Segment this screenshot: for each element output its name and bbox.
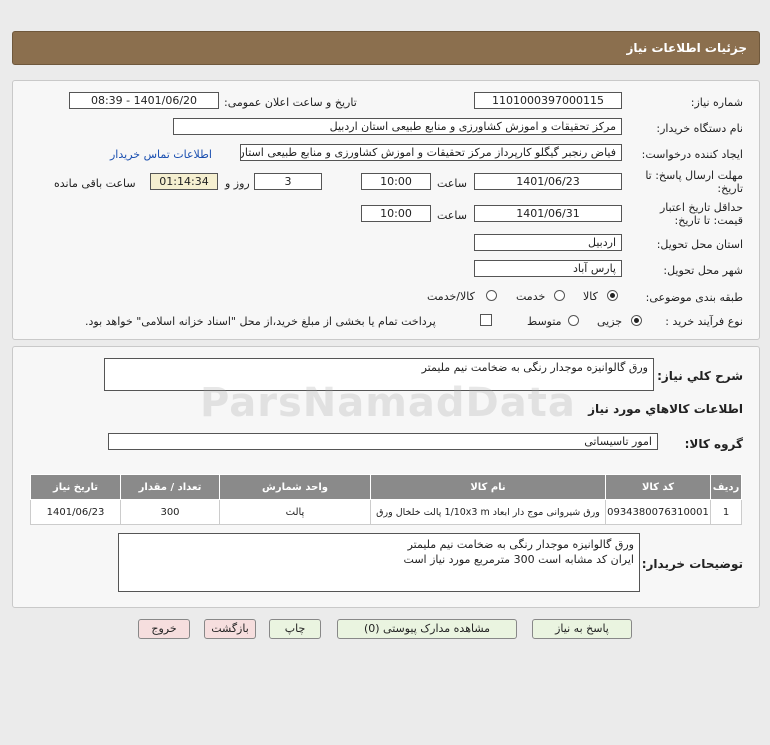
goods-group-label: گروه کالا: [684,437,743,451]
city-field: پارس آباد [474,260,622,277]
announce-field: 1401/06/20 - 08:39 [69,92,219,109]
cell-row: 1 [710,499,742,525]
deadline-date-field: 1401/06/23 [474,173,622,190]
cell-qty: 300 [120,499,220,525]
creator-label: ایجاد کننده درخواست: [641,148,743,161]
treasury-checkbox[interactable] [480,314,492,326]
back-button[interactable]: بازگشت [204,619,256,639]
deadline-label-2: تاریخ: [717,182,743,195]
days-label: روز و [225,177,250,190]
process-radio-minor[interactable] [631,315,642,326]
summary-label: شرح کلي نياز: [657,369,743,383]
print-button[interactable]: چاپ [269,619,321,639]
col-row: ردیف [710,474,742,500]
process-option-medium: متوسط [527,315,562,328]
attachments-button[interactable]: مشاهده مدارک پیوستی (0) [337,619,517,639]
buyer-label: نام دستگاه خریدار: [656,122,743,135]
items-table: ردیف کد کالا نام کالا واحد شمارش تعداد /… [30,474,742,525]
need-number-label: شماره نیاز: [690,96,743,109]
validity-label-2: قیمت: تا تاریخ: [674,214,743,227]
col-name: نام کالا [370,474,606,500]
buyer-notes-line-2: ایران کد مشابه است 300 مترمربع مورد نیاز… [403,553,634,566]
days-field: 3 [254,173,322,190]
validity-time-label: ساعت [437,209,467,222]
category-label: طبقه بندی موضوعی: [645,291,743,304]
col-date: تاریخ نیاز [30,474,121,500]
page-title: جزئیات اطلاعات نیاز [626,41,747,55]
category-option-both: کالا/خدمت [427,290,475,303]
announce-label: تاریخ و ساعت اعلان عمومی: [224,96,357,109]
remaining-time-field: 01:14:34 [150,173,218,190]
buyer-notes-line-1: ورق گالوانیزه موجدار رنگی به ضخامت نیم م… [407,538,634,551]
contact-buyer-link[interactable]: اطلاعات تماس خریدار [110,148,212,161]
category-option-service: خدمت [516,290,546,303]
validity-date-field: 1401/06/31 [474,205,622,222]
col-unit: واحد شمارش [219,474,371,500]
table-header-row: ردیف کد کالا نام کالا واحد شمارش تعداد /… [30,474,742,500]
cell-unit: پالت [219,499,371,525]
goods-section-title: اطلاعات کالاهاي مورد نياز [588,402,743,416]
deadline-time-label: ساعت [437,177,467,190]
process-radio-medium[interactable] [568,315,579,326]
creator-field: فیاض رنجبر گیگلو کارپرداز مرکز تحقیقات و… [240,144,622,161]
col-qty: تعداد / مقدار [120,474,220,500]
category-radio-service[interactable] [554,290,565,301]
buyer-notes-label: توضیحات خریدار: [641,557,743,571]
watermark-logo: ParsNamadData [200,380,576,426]
province-label: استان محل تحویل: [656,238,743,251]
cell-code: 0934380076310001 [605,499,711,525]
payment-note: پرداخت تمام یا بخشی از مبلغ خرید،از محل … [85,315,436,328]
cell-name: ورق شیروانی موج دار ابعاد 1/10x3 m پالت … [370,499,606,525]
remaining-label: ساعت باقی مانده [54,177,136,190]
buyer-notes-field: ورق گالوانیزه موجدار رنگی به ضخامت نیم م… [118,533,640,592]
deadline-time-field: 10:00 [361,173,431,190]
validity-time-field: 10:00 [361,205,431,222]
page-header: جزئیات اطلاعات نیاز [12,31,760,65]
deadline-label: مهلت ارسال پاسخ: تا [645,169,743,182]
col-code: کد کالا [605,474,711,500]
need-number-field: 1101000397000115 [474,92,622,109]
category-radio-both[interactable] [486,290,497,301]
table-row: 1 0934380076310001 ورق شیروانی موج دار ا… [30,499,742,525]
process-label: نوع فرآیند خرید : [665,315,743,328]
cell-date: 1401/06/23 [30,499,121,525]
validity-label: حداقل تاریخ اعتبار [659,201,743,214]
category-option-goods: کالا [583,290,598,303]
exit-button[interactable]: خروج [138,619,190,639]
goods-group-field: امور تاسیساتی [108,433,658,450]
reply-button[interactable]: پاسخ به نیاز [532,619,632,639]
buyer-field: مرکز تحقیقات و اموزش کشاورزی و منابع طبی… [173,118,622,135]
category-radio-goods[interactable] [607,290,618,301]
city-label: شهر محل تحویل: [663,264,743,277]
province-field: اردبیل [474,234,622,251]
process-option-minor: جزیی [597,315,623,328]
